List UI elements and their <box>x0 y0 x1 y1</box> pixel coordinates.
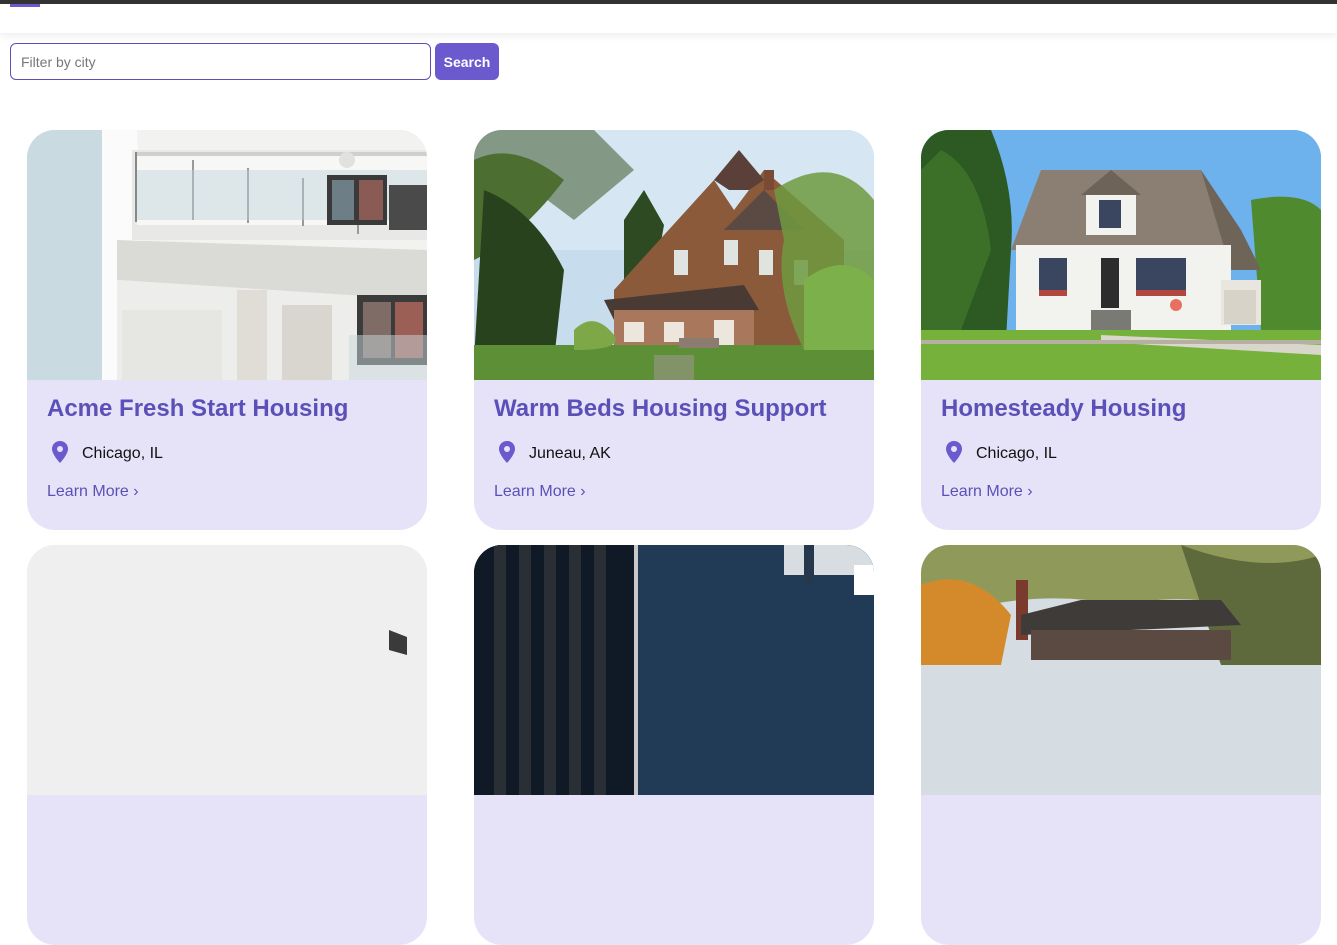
listing-card: Acme Fresh Start Housing Chicago, IL Lea… <box>27 130 427 530</box>
listing-card <box>474 545 874 945</box>
city-filter-input[interactable] <box>10 43 431 80</box>
location-text: Chicago, IL <box>82 445 163 462</box>
learn-more-link[interactable]: Learn More › <box>941 483 1033 501</box>
map-pin-icon <box>52 441 68 463</box>
location-text: Juneau, AK <box>529 445 611 462</box>
listing-title: Acme Fresh Start Housing <box>47 395 349 422</box>
listing-card <box>27 545 427 945</box>
listing-card: Homesteady Housing Chicago, IL Learn Mor… <box>921 130 1321 530</box>
listing-card: Warm Beds Housing Support Juneau, AK Lea… <box>474 130 874 530</box>
listing-title: Homesteady Housing <box>941 395 1187 422</box>
top-nav-bar <box>0 0 1337 33</box>
listing-image <box>921 545 1321 795</box>
listing-image <box>921 130 1321 380</box>
location-text: Chicago, IL <box>976 445 1057 462</box>
listing-image <box>474 545 874 795</box>
listing-location: Chicago, IL <box>47 437 407 463</box>
map-pin-icon <box>946 441 962 463</box>
listing-image <box>474 130 874 380</box>
map-pin-icon <box>499 441 515 463</box>
listing-image <box>27 130 427 380</box>
search-bar: Search <box>10 43 499 80</box>
listing-image <box>27 545 427 795</box>
nav-active-indicator <box>10 4 40 7</box>
listings-grid: Acme Fresh Start Housing Chicago, IL Lea… <box>27 130 1322 945</box>
listing-title: Warm Beds Housing Support <box>494 395 827 422</box>
listing-location: Juneau, AK <box>494 437 854 463</box>
search-button[interactable]: Search <box>435 43 499 80</box>
listing-location: Chicago, IL <box>941 437 1301 463</box>
listing-card <box>921 545 1321 945</box>
learn-more-link[interactable]: Learn More › <box>494 483 586 501</box>
learn-more-link[interactable]: Learn More › <box>47 483 139 501</box>
